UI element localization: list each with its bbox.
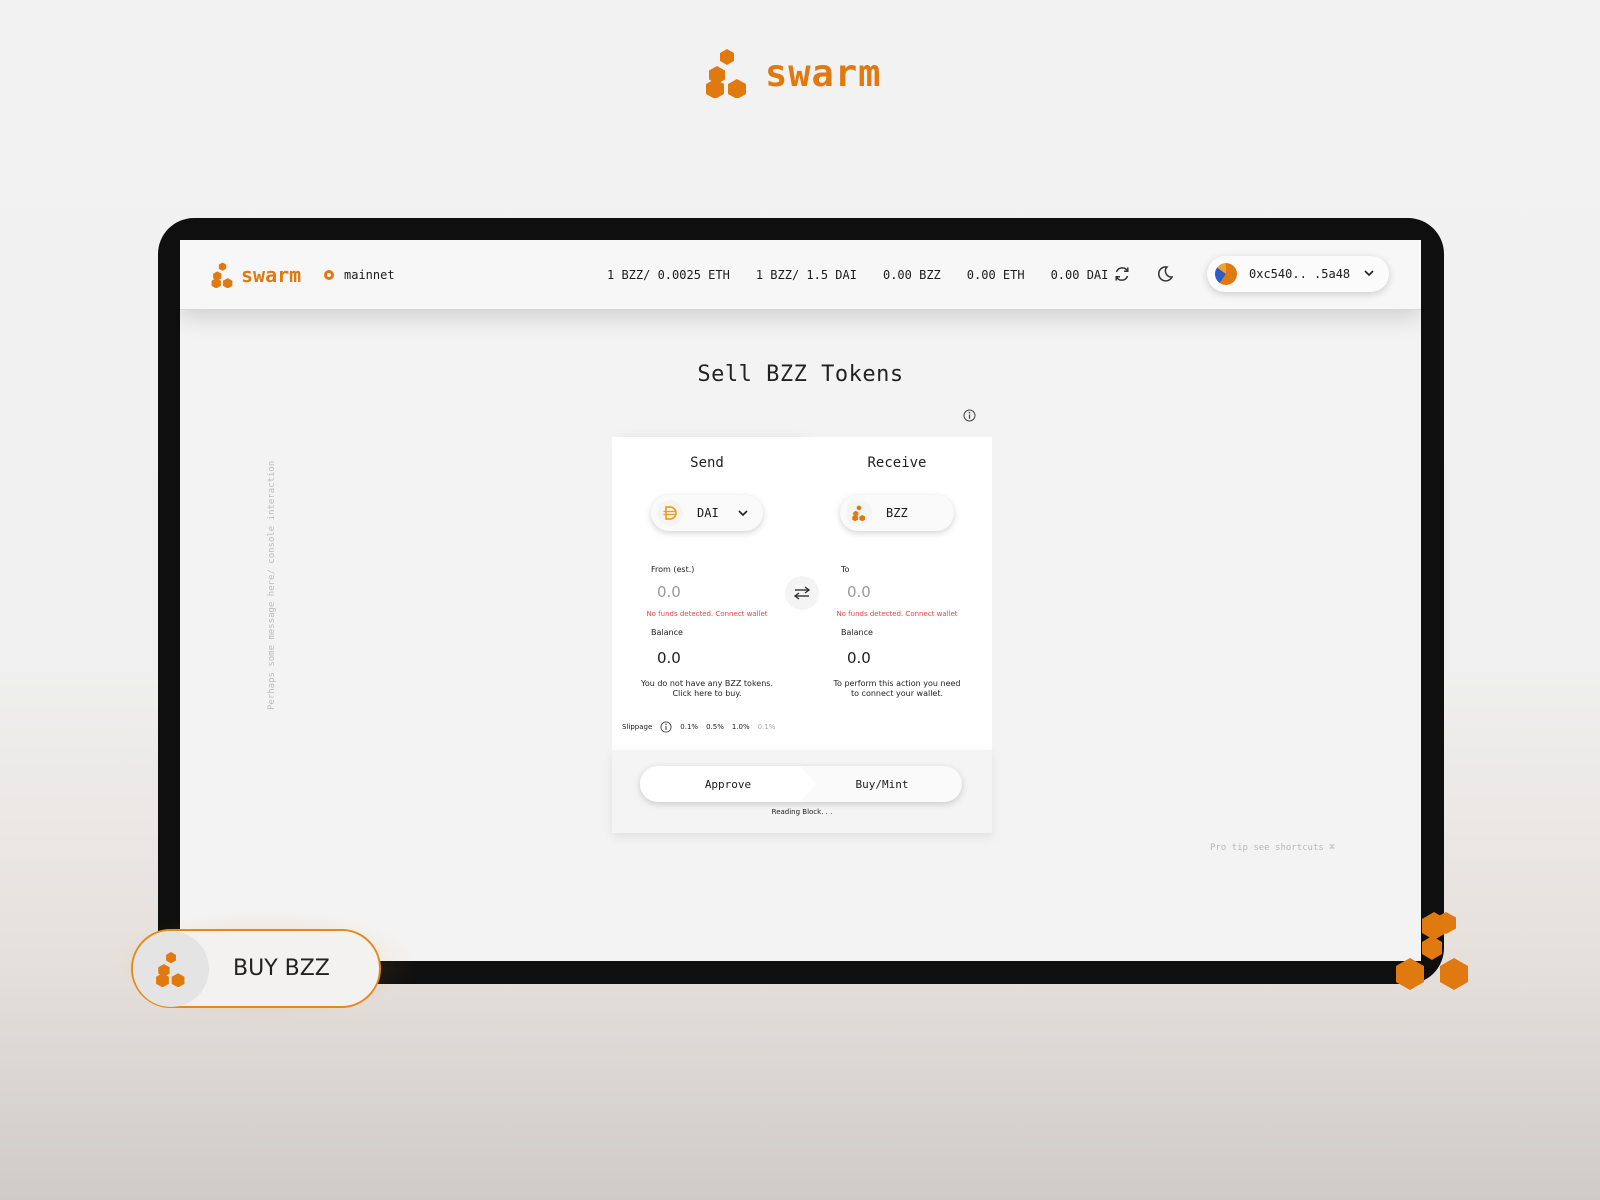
buy-bzz-button[interactable]: BUY BZZ [131, 929, 381, 1008]
block-status: Reading Block. . . [771, 808, 833, 816]
buy-mint-button[interactable]: Buy/Mint [816, 766, 962, 802]
wallet-avatar [1215, 263, 1237, 285]
receive-balance-label: Balance [841, 628, 873, 637]
console-message: Perhaps some message here/ console inter… [267, 460, 277, 710]
connect-wallet-hint: To perform this action you need to conne… [802, 679, 992, 699]
network-indicator[interactable]: mainnet [324, 268, 395, 282]
wallet-address: 0xc540.. .5a48 [1249, 267, 1351, 281]
to-label: To [841, 565, 850, 574]
dai-icon [657, 500, 683, 526]
swap-card: Send DAI From (est.) 0.0 No funds detect… [612, 437, 992, 833]
stat-dai-balance: 0.00 DAI [1050, 268, 1109, 282]
action-stepper: Buy/Mint Approve [640, 766, 962, 802]
stat-bzz-balance: 0.00 BZZ [882, 268, 941, 282]
send-token-label: DAI [697, 506, 719, 520]
bzz-icon [846, 500, 872, 526]
header-logo[interactable]: swarm [210, 262, 301, 288]
stat-bzz-eth-rate: 1 BZZ/ 0.0025 ETH [607, 268, 730, 282]
receive-panel: Receive BZZ To 0.0 No funds detected. Co… [802, 437, 992, 750]
receive-token-select[interactable]: BZZ [840, 495, 954, 531]
receive-balance-value: 0.0 [847, 649, 871, 667]
slippage-option-0-1[interactable]: 0.1% [680, 723, 698, 731]
buy-bzz-hint-line1: You do not have any BZZ tokens. [641, 679, 773, 688]
send-token-select[interactable]: DAI [651, 495, 763, 531]
chevron-down-icon [738, 510, 748, 517]
header-wordmark: swarm [241, 263, 302, 287]
send-balance-value: 0.0 [657, 649, 681, 667]
slippage-label: Slippage [622, 723, 653, 731]
stat-bzz-dai-rate: 1 BZZ/ 1.5 DAI [755, 268, 857, 282]
chevron-down-icon [1364, 270, 1374, 277]
send-title: Send [690, 455, 724, 471]
slippage-option-1-0[interactable]: 1.0% [732, 723, 750, 731]
buy-bzz-label: BUY BZZ [233, 956, 330, 981]
swarm-logo-icon [211, 262, 233, 288]
swarm-hexagons-icon [1396, 912, 1468, 990]
network-status-icon [324, 270, 334, 280]
wallet-account-button[interactable]: 0xc540.. .5a48 [1207, 256, 1389, 292]
brand-header: swarm [703, 48, 881, 98]
receive-error-message: No funds detected. Connect wallet [836, 610, 958, 618]
buy-bzz-icon-circle [133, 930, 209, 1007]
receive-amount-input[interactable]: 0.0 [847, 583, 871, 601]
page-title: Sell BZZ Tokens [697, 362, 904, 387]
swap-arrows-icon [793, 586, 811, 600]
refresh-icon[interactable] [1112, 264, 1132, 284]
swap-direction-button[interactable] [785, 576, 819, 610]
moon-icon[interactable] [1155, 264, 1175, 284]
buy-bzz-hint-line2: Click here to buy. [672, 689, 742, 698]
app-screen: swarm mainnet 1 BZZ/ 0.0025 ETH 1 BZZ/ 1… [180, 240, 1421, 961]
network-label: mainnet [344, 268, 395, 282]
slippage-option-0-5[interactable]: 0.5% [706, 723, 724, 731]
swap-actions: Buy/Mint Approve Reading Block. . . [612, 750, 992, 833]
receive-title: Receive [867, 455, 927, 471]
swarm-logo-icon [706, 49, 746, 98]
send-balance-label: Balance [651, 628, 683, 637]
info-icon[interactable] [660, 721, 672, 733]
slippage-selector: Slippage 0.1% 0.5% 1.0% 0.1% [622, 721, 775, 733]
send-amount-input[interactable]: 0.0 [657, 583, 681, 601]
connect-wallet-hint-line1: To perform this action you need [833, 679, 961, 688]
approve-button[interactable]: Approve [640, 766, 816, 802]
from-label: From (est.) [651, 565, 695, 574]
stat-eth-balance: 0.00 ETH [966, 268, 1025, 282]
brand-wordmark: swarm [765, 51, 882, 95]
swarm-logo-icon [156, 951, 185, 987]
buy-bzz-hint[interactable]: You do not have any BZZ tokens. Click he… [612, 679, 802, 699]
info-icon[interactable] [963, 409, 976, 422]
send-panel: Send DAI From (est.) 0.0 No funds detect… [612, 437, 802, 750]
connect-wallet-hint-line2: to connect your wallet. [850, 689, 944, 698]
slippage-custom-input[interactable]: 0.1% [758, 723, 776, 731]
pro-tip[interactable]: Pro tip see shortcuts ⌘ [1210, 843, 1335, 853]
top-navbar: swarm mainnet 1 BZZ/ 0.0025 ETH 1 BZZ/ 1… [180, 240, 1421, 310]
token-stats: 1 BZZ/ 0.0025 ETH 1 BZZ/ 1.5 DAI 0.00 BZ… [607, 268, 1134, 282]
receive-token-label: BZZ [886, 506, 908, 520]
send-error-message: No funds detected. Connect wallet [646, 610, 768, 618]
